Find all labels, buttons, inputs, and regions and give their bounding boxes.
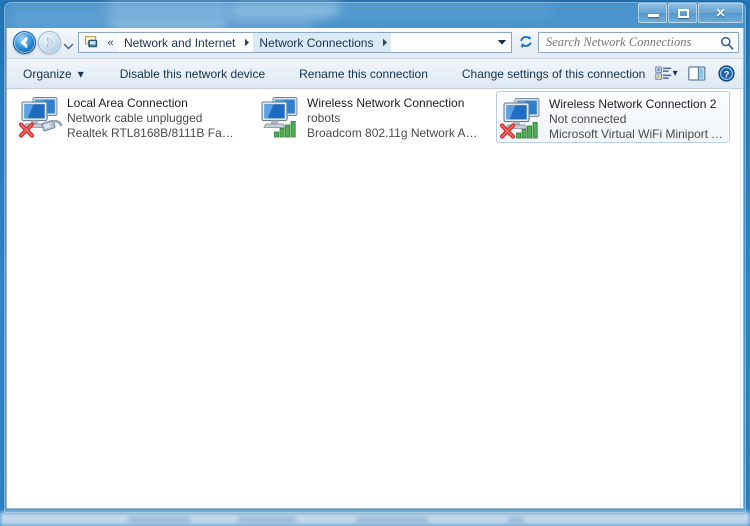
- command-toolbar: Organize ▾ Disable this network device R…: [7, 59, 743, 89]
- breadcrumb-label: Network and Internet: [124, 35, 236, 50]
- chevron-down-icon: [497, 40, 507, 45]
- rename-connection-button[interactable]: Rename this connection: [289, 63, 438, 85]
- disable-network-device-button[interactable]: Disable this network device: [110, 63, 275, 85]
- refresh-button[interactable]: [516, 33, 536, 52]
- connection-icon: [257, 94, 307, 140]
- organize-button[interactable]: Organize ▾: [13, 63, 94, 85]
- maximize-button[interactable]: [668, 3, 697, 23]
- search-icon[interactable]: [716, 36, 738, 50]
- chevron-down-icon: ▾: [77, 66, 84, 81]
- connection-name: Wireless Network Connection: [307, 96, 465, 110]
- taskbar-item: [128, 517, 190, 523]
- breadcrumb-overflow-button[interactable]: «: [103, 33, 118, 52]
- help-button[interactable]: ?: [718, 63, 735, 85]
- change-view-icon: [655, 66, 672, 80]
- recent-pages-button[interactable]: [63, 39, 74, 50]
- connection-details: Local Area Connection Network cable unpl…: [67, 94, 243, 143]
- connection-adapter: Broadcom 802.11g Network Adapter: [307, 126, 483, 140]
- change-settings-button[interactable]: Change settings of this connection: [452, 63, 655, 85]
- minimize-icon: [648, 14, 659, 17]
- connection-tile-local-area-connection[interactable]: Local Area Connection Network cable unpl…: [15, 91, 245, 143]
- connection-details: Wireless Network Connection robots Broad…: [307, 94, 483, 143]
- connection-tile-wireless-network-connection[interactable]: Wireless Network Connection robots Broad…: [255, 91, 485, 143]
- chevron-right-icon: [382, 38, 387, 47]
- taskbar-item: [356, 517, 428, 523]
- window-controls: ✕: [637, 3, 743, 24]
- minimize-button[interactable]: [638, 3, 667, 23]
- search-box[interactable]: [538, 32, 739, 53]
- connection-adapter: Microsoft Virtual WiFi Miniport Ad...: [549, 127, 727, 141]
- connection-status: Not connected: [549, 112, 627, 126]
- network-adapter-icon: [18, 97, 63, 138]
- unplugged-cable-icon: [41, 119, 63, 132]
- breadcrumb-label: Network Connections: [259, 35, 374, 50]
- network-small-icon: [84, 35, 97, 48]
- magnifier-icon: [721, 36, 734, 50]
- breadcrumb-item-network-and-internet[interactable]: Network and Internet: [118, 33, 240, 52]
- close-button[interactable]: ✕: [698, 3, 743, 23]
- rename-connection-label: Rename this connection: [299, 66, 428, 81]
- connections-list-view[interactable]: Local Area Connection Network cable unpl…: [7, 89, 743, 508]
- breadcrumb-separator-0[interactable]: [240, 33, 253, 52]
- close-icon: ✕: [715, 6, 726, 20]
- svg-text:?: ?: [724, 69, 730, 80]
- chevron-right-icon: [244, 38, 249, 47]
- preview-pane-icon: [688, 66, 706, 81]
- forward-arrow-icon: [46, 37, 54, 48]
- back-arrow-icon: [20, 37, 28, 48]
- connection-icon: [499, 95, 549, 141]
- back-button[interactable]: [13, 31, 36, 54]
- taskbar-item: [508, 517, 524, 523]
- breadcrumb-separator-1[interactable]: [378, 33, 392, 52]
- change-view-button[interactable]: [655, 63, 672, 85]
- connection-status: robots: [307, 111, 341, 125]
- explorer-window: ✕ « Network and Internet Network Connect…: [4, 2, 746, 513]
- content-right-divider: [740, 89, 741, 508]
- change-view-dropdown-button[interactable]: ▾: [672, 63, 678, 85]
- chevron-down-icon: ▾: [672, 68, 678, 79]
- connection-tile-wireless-network-connection-2[interactable]: Wireless Network Connection 2 Not connec…: [496, 91, 730, 143]
- connection-adapter: Realtek RTL8168B/8111B Family P...: [67, 126, 243, 140]
- chevron-down-icon: [63, 43, 74, 50]
- connection-name: Local Area Connection: [67, 96, 188, 110]
- network-adapter-icon: [499, 98, 540, 139]
- connection-details: Wireless Network Connection 2 Not connec…: [549, 95, 727, 142]
- preview-pane-button[interactable]: [688, 63, 706, 85]
- breadcrumb-item-network-connections[interactable]: Network Connections: [253, 33, 379, 52]
- maximize-icon: [678, 9, 689, 18]
- address-bar-empty-space[interactable]: [391, 33, 493, 52]
- help-icon: ?: [718, 65, 735, 82]
- search-input[interactable]: [539, 34, 716, 51]
- change-settings-label: Change settings of this connection: [461, 66, 646, 81]
- disable-network-device-label: Disable this network device: [119, 66, 266, 81]
- forward-button[interactable]: [38, 31, 61, 54]
- navigation-bar: « Network and Internet Network Connectio…: [7, 28, 743, 59]
- connection-status: Network cable unplugged: [67, 111, 203, 125]
- window-client-area: « Network and Internet Network Connectio…: [6, 28, 744, 509]
- address-bar[interactable]: « Network and Internet Network Connectio…: [78, 32, 512, 53]
- connection-name: Wireless Network Connection 2: [549, 97, 717, 111]
- address-history-dropdown-button[interactable]: [493, 33, 511, 52]
- address-location-icon: [79, 33, 103, 52]
- refresh-icon: [520, 36, 532, 49]
- connection-icon: [17, 94, 67, 140]
- network-adapter-icon: [261, 97, 298, 138]
- taskbar-item: [238, 517, 296, 523]
- title-bar[interactable]: ✕: [4, 2, 746, 28]
- organize-label: Organize: [23, 66, 72, 81]
- connections-list: Local Area Connection Network cable unpl…: [7, 89, 743, 143]
